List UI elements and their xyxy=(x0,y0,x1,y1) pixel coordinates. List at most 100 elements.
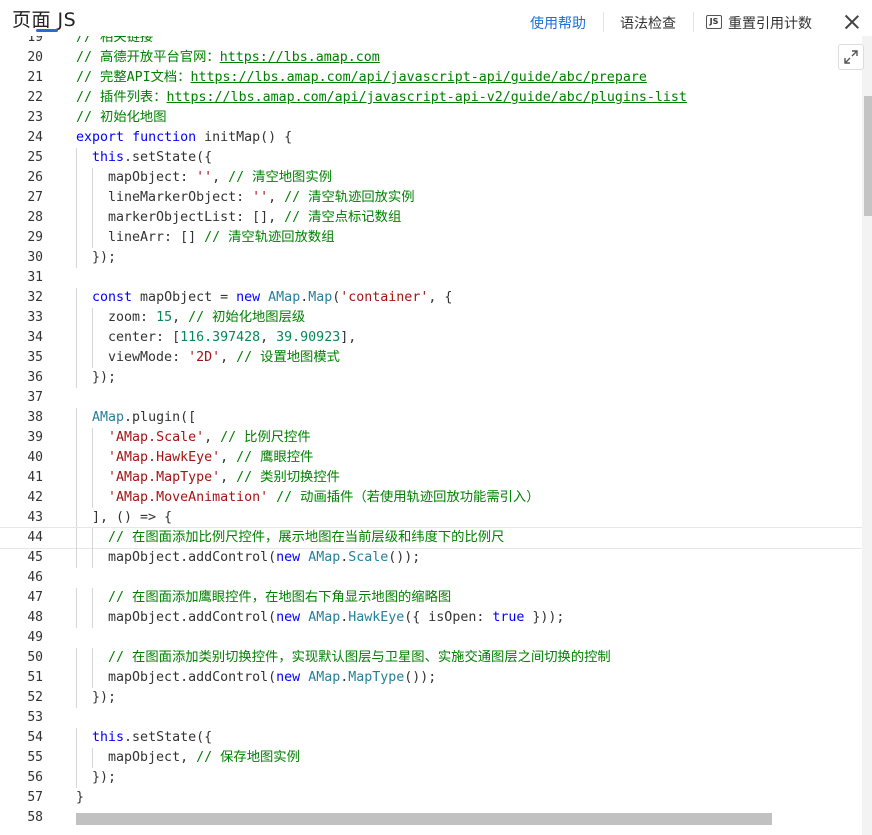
code-line[interactable]: 23 // 初始化地图 xyxy=(0,108,872,128)
code-text: }); xyxy=(76,250,117,265)
lint-button[interactable]: 语法检查 xyxy=(620,13,676,33)
code-text: // 高德开放平台官网：https://lbs.amap.com xyxy=(76,50,380,65)
code-line[interactable]: 37 xyxy=(0,388,872,408)
line-number: 39 xyxy=(27,430,43,445)
code-line[interactable]: 40 'AMap.HawkEye', // 鹰眼控件 xyxy=(0,448,872,468)
line-number: 50 xyxy=(27,650,43,665)
vertical-scrollbar-thumb[interactable] xyxy=(864,96,872,216)
line-number: 32 xyxy=(27,290,43,305)
code-line[interactable]: 56 }); xyxy=(0,768,872,788)
horizontal-scrollbar[interactable] xyxy=(76,813,772,825)
line-number: 46 xyxy=(27,570,43,585)
code-text: }); xyxy=(76,770,117,785)
code-text: mapObject: '', // 清空地图实例 xyxy=(76,170,332,185)
editor-header: 页面 JS 使用帮助 语法检查 JS 重置引用计数 xyxy=(0,0,872,36)
expand-icon xyxy=(844,50,858,64)
divider xyxy=(603,12,604,32)
code-line[interactable]: 22 // 插件列表：https://lbs.amap.com/api/javas… xyxy=(0,88,872,108)
line-number: 20 xyxy=(27,50,43,65)
close-icon[interactable] xyxy=(844,14,860,30)
code-line[interactable]: 55 mapObject, // 保存地图实例 xyxy=(0,748,872,768)
code-line[interactable]: 50 // 在图面添加类别切换控件，实现默认图层与卫星图、实施交通图层之间切换的… xyxy=(0,648,872,668)
line-number: 55 xyxy=(27,750,43,765)
line-number: 25 xyxy=(27,150,43,165)
line-number: 49 xyxy=(27,630,43,645)
code-line[interactable]: 43 ], () => { xyxy=(0,508,872,528)
code-text: this.setState({ xyxy=(92,150,213,165)
line-number: 52 xyxy=(27,690,43,705)
code-text: center: [116.397428, 39.90923], xyxy=(76,330,357,345)
line-number: 51 xyxy=(27,670,43,685)
line-number: 40 xyxy=(27,450,43,465)
line-number: 33 xyxy=(27,310,43,325)
code-line[interactable]: 54 this.setState({ xyxy=(0,728,872,748)
line-number: 36 xyxy=(27,370,43,385)
code-text: AMap.plugin([ xyxy=(92,410,197,425)
code-line[interactable]: 46 xyxy=(0,568,872,588)
line-number: 21 xyxy=(27,70,43,85)
code-text: // 在图面添加比例尺控件，展示地图在当前层级和纬度下的比例尺 xyxy=(108,530,505,545)
code-text: mapObject.addControl(new AMap.MapType())… xyxy=(76,670,437,685)
line-number: 48 xyxy=(27,610,43,625)
code-text: this.setState({ xyxy=(92,730,213,745)
code-text: lineMarkerObject: '', // 清空轨迹回放实例 xyxy=(76,190,415,205)
code-line[interactable]: 42 'AMap.MoveAnimation' // 动画插件（若使用轨迹回放功… xyxy=(0,488,872,508)
code-text: // 初始化地图 xyxy=(76,110,167,125)
code-line[interactable]: 33 zoom: 15, // 初始化地图层级 xyxy=(0,308,872,328)
code-line[interactable]: 49 xyxy=(0,628,872,648)
expand-button[interactable] xyxy=(838,44,864,70)
line-number: 34 xyxy=(27,330,43,345)
code-line[interactable]: 34 center: [116.397428, 39.90923], xyxy=(0,328,872,348)
active-tab-indicator xyxy=(36,29,58,32)
code-line[interactable]: 32 const mapObject = new AMap.Map('conta… xyxy=(0,288,872,308)
line-number: 57 xyxy=(27,790,43,805)
code-line[interactable]: 27 lineMarkerObject: '', // 清空轨迹回放实例 xyxy=(0,188,872,208)
code-text: 'AMap.HawkEye', // 鹰眼控件 xyxy=(108,450,314,465)
code-line[interactable]: 35 viewMode: '2D', // 设置地图模式 xyxy=(0,348,872,368)
code-line[interactable]: 29 lineArr: [] // 清空轨迹回放数组 xyxy=(0,228,872,248)
code-line[interactable]: 51 mapObject.addControl(new AMap.MapType… xyxy=(0,668,872,688)
line-number: 30 xyxy=(27,250,43,265)
code-line[interactable]: 24 export function initMap() { xyxy=(0,128,872,148)
help-link[interactable]: 使用帮助 xyxy=(530,13,586,33)
line-number: 45 xyxy=(27,550,43,565)
code-line[interactable]: 36 }); xyxy=(0,368,872,388)
line-number: 43 xyxy=(27,510,43,525)
code-line[interactable]: 48 mapObject.addControl(new AMap.HawkEye… xyxy=(0,608,872,628)
code-text: // 完整API文档：https://lbs.amap.com/api/java… xyxy=(76,70,647,85)
code-text: const mapObject = new AMap.Map('containe… xyxy=(92,290,453,305)
code-line[interactable]: 39 'AMap.Scale', // 比例尺控件 xyxy=(0,428,872,448)
code-text: }); xyxy=(76,370,117,385)
line-number: 58 xyxy=(27,810,43,825)
code-line[interactable]: 44 // 在图面添加比例尺控件，展示地图在当前层级和纬度下的比例尺 xyxy=(0,527,872,549)
line-number: 27 xyxy=(27,190,43,205)
line-number: 37 xyxy=(27,390,43,405)
code-editor[interactable]: 19// 相关链接 20// 高德开放平台官网：https://lbs.amap.… xyxy=(0,30,872,835)
code-line[interactable]: 38 AMap.plugin([ xyxy=(0,408,872,428)
code-line[interactable]: 41 'AMap.MapType', // 类别切换控件 xyxy=(0,468,872,488)
code-line[interactable]: 53 xyxy=(0,708,872,728)
code-line[interactable]: 47 // 在图面添加鹰眼控件，在地图右下角显示地图的缩略图 xyxy=(0,588,872,608)
line-number: 31 xyxy=(27,270,43,285)
code-line[interactable]: 45 mapObject.addControl(new AMap.Scale()… xyxy=(0,548,872,568)
code-line[interactable]: 21 // 完整API文档：https://lbs.amap.com/api/ja… xyxy=(0,68,872,88)
code-line[interactable]: 52 }); xyxy=(0,688,872,708)
code-text: lineArr: [] // 清空轨迹回放数组 xyxy=(76,230,335,245)
line-number: 47 xyxy=(27,590,43,605)
code-line[interactable]: 25 this.setState({ xyxy=(0,148,872,168)
code-text: mapObject.addControl(new AMap.HawkEye({ … xyxy=(76,610,565,625)
line-number: 54 xyxy=(27,730,43,745)
code-line[interactable]: 28 markerObjectList: [], // 清空点标记数组 xyxy=(0,208,872,228)
code-text: // 在图面添加类别切换控件，实现默认图层与卫星图、实施交通图层之间切换的控制 xyxy=(108,650,611,665)
code-line[interactable]: 20 // 高德开放平台官网：https://lbs.amap.com xyxy=(0,48,872,68)
code-text: mapObject.addControl(new AMap.Scale()); xyxy=(76,550,421,565)
line-number: 44 xyxy=(27,530,43,545)
code-line[interactable]: 26 mapObject: '', // 清空地图实例 xyxy=(0,168,872,188)
line-number: 41 xyxy=(27,470,43,485)
line-number: 28 xyxy=(27,210,43,225)
code-line[interactable]: 31 xyxy=(0,268,872,288)
code-line[interactable]: 30 }); xyxy=(0,248,872,268)
line-number: 23 xyxy=(27,110,43,125)
reset-refcount-button[interactable]: 重置引用计数 xyxy=(728,13,812,33)
code-line[interactable]: 57} xyxy=(0,788,872,808)
